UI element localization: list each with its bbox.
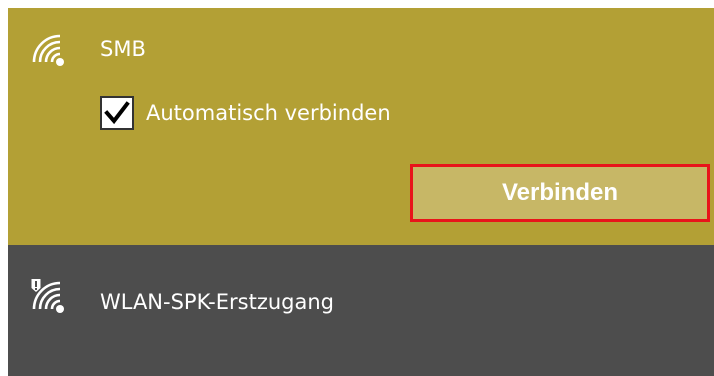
checkmark-icon <box>104 101 130 125</box>
network-item-wlan-spk[interactable]: WLAN-SPK-Erstzugang <box>8 245 714 376</box>
network-name: SMB <box>100 37 146 61</box>
wifi-unsecured-icon <box>31 279 64 313</box>
auto-connect-label: Automatisch verbinden <box>146 101 391 125</box>
auto-connect-option[interactable]: Automatisch verbinden <box>100 94 391 132</box>
network-list: SMB Automatisch verbinden Verbinden WLAN… <box>8 8 714 376</box>
network-item-smb[interactable]: SMB Automatisch verbinden Verbinden <box>8 8 714 245</box>
auto-connect-checkbox[interactable] <box>100 96 134 130</box>
connect-button[interactable]: Verbinden <box>410 164 710 222</box>
wifi-icon <box>32 34 64 66</box>
network-name: WLAN-SPK-Erstzugang <box>100 290 334 314</box>
wifi-flyout: SMB Automatisch verbinden Verbinden WLAN… <box>0 0 714 376</box>
